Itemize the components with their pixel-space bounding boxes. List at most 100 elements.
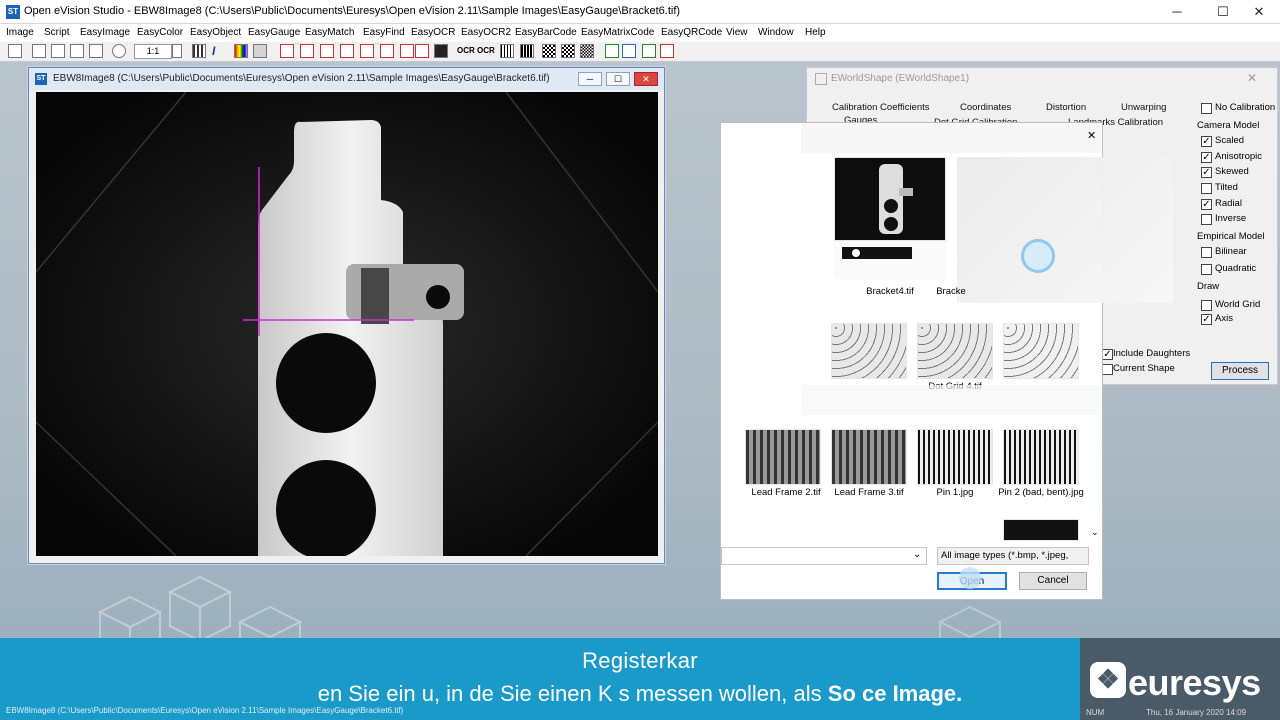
file-thumb-dot-grid-3[interactable] [831,323,907,379]
file-open-dialog[interactable]: ✕ Bracket4.tif Bracke Dot Grid 4.tif Lea… [720,122,1173,600]
italic-icon[interactable]: I [212,44,215,58]
file-thumb-pin-2[interactable] [1003,429,1079,485]
find-icon[interactable] [380,44,394,58]
image-window-minimize-button[interactable]: ─ [578,72,602,86]
menu-easyobject[interactable]: EasyObject [190,27,241,38]
process-button[interactable]: Process [1211,362,1269,380]
tab-distortion[interactable]: Distortion [1046,102,1086,113]
file-thumb-lead-frame-2[interactable] [745,429,821,485]
minimize-button[interactable]: ─ [1154,0,1200,24]
save-icon[interactable] [8,44,22,58]
image-window-title-bar[interactable]: ST EBW8Image8 (C:\Users\Public\Documents… [29,68,664,90]
file-label-lead-frame-3[interactable]: Lead Frame 3.tif [817,487,921,498]
object-icon[interactable] [253,44,267,58]
gauge4-icon[interactable] [340,44,354,58]
matrixcode2-icon[interactable] [561,44,575,58]
skewed-checkbox[interactable]: ✓ [1201,167,1212,178]
qrcode-icon[interactable] [580,44,594,58]
menu-window[interactable]: Window [758,27,794,38]
file-thumb-dot-grid-5[interactable] [1003,323,1079,379]
gauge3-icon[interactable] [320,44,334,58]
menu-easygauge[interactable]: EasyGauge [248,27,300,38]
menu-easyqrcode[interactable]: EasyQRCode [661,27,722,38]
blob-icon[interactable] [415,44,429,58]
zoom-input[interactable]: 1:1 [134,44,172,59]
axis-checkbox[interactable]: ✓ [1201,314,1212,325]
file-label-bracke[interactable]: Bracke [921,286,981,297]
file-thumb-lead-frame-3[interactable] [831,429,907,485]
file-name-dropdown-icon[interactable]: ⌄ [913,549,921,560]
menu-help[interactable]: Help [805,27,826,38]
menu-easymatch[interactable]: EasyMatch [305,27,354,38]
euresys-logo-icon: ❖ [1090,662,1126,698]
image-window-maximize-button[interactable]: ☐ [606,72,630,86]
tab-calibration-coefficients[interactable]: Calibration Coefficients [832,102,930,113]
radial-checkbox[interactable]: ✓ [1201,199,1212,210]
scroll-down-icon[interactable]: ⌄ [1091,527,1099,538]
file-label-pin-2[interactable]: Pin 2 (bad, bent).jpg [991,487,1091,499]
menu-easyfind[interactable]: EasyFind [363,27,405,38]
inverse-checkbox[interactable] [1201,214,1212,225]
open-icon[interactable] [32,44,46,58]
calib3-icon[interactable] [660,44,674,58]
anisotropic-checkbox[interactable]: ✓ [1201,152,1212,163]
find2-icon[interactable] [400,44,414,58]
file-type-select[interactable]: All image types (*.bmp, *.jpeg, [937,547,1089,565]
current-shape-checkbox[interactable] [1102,364,1113,375]
calib2-icon[interactable] [642,44,656,58]
menu-image[interactable]: Image [6,27,34,38]
image-window-close-button[interactable]: ✕ [634,72,658,86]
menu-easybarcode[interactable]: EasyBarCode [515,27,577,38]
menu-view[interactable]: View [726,27,748,38]
file-thumb-pin-1[interactable] [917,429,993,485]
zoom-spinner-icon[interactable] [172,44,182,58]
cancel-button[interactable]: Cancel [1019,572,1087,590]
menu-easyocr[interactable]: EasyOCR [411,27,455,38]
gauge2-icon[interactable] [300,44,314,58]
menu-easycolor[interactable]: EasyColor [137,27,183,38]
file-thumb-bracke-loading[interactable] [957,157,1173,303]
quadratic-checkbox[interactable] [1201,264,1212,275]
worldshape-close-icon[interactable]: ✕ [1247,71,1257,85]
add-icon[interactable] [605,44,619,58]
barcode-icon[interactable] [500,44,514,58]
file-name-input[interactable] [721,547,927,565]
menu-easyimage[interactable]: EasyImage [80,27,130,38]
file-thumb-dot-grid-4[interactable] [917,323,993,379]
ocr-icon[interactable]: OCR [457,46,475,55]
menu-easyocr2[interactable]: EasyOCR2 [461,27,511,38]
status-date: Thu, 16 January 2020 14:09 [1146,708,1247,717]
image-window[interactable]: ST EBW8Image8 (C:\Users\Public\Documents… [28,67,665,564]
export-icon[interactable] [89,44,103,58]
tab-coordinates[interactable]: Coordinates [960,102,1011,113]
no-calibration-checkbox[interactable] [1201,103,1212,114]
gauge-icon[interactable] [280,44,294,58]
bilinear-checkbox[interactable] [1201,247,1212,258]
scaled-checkbox[interactable]: ✓ [1201,136,1212,147]
menu-easymatrixcode[interactable]: EasyMatrixCode [581,27,654,38]
calib-icon[interactable] [622,44,636,58]
tilted-checkbox[interactable] [1201,183,1212,194]
tab-unwarping[interactable]: Unwarping [1121,102,1166,113]
ocr2-icon[interactable]: OCR [477,46,495,55]
file-label-pin-1[interactable]: Pin 1.jpg [917,487,993,498]
world-grid-label: World Grid [1215,299,1261,310]
cross-icon[interactable] [434,44,448,58]
file-thumb-bracket4[interactable] [834,157,946,241]
barcode2-icon[interactable] [520,44,534,58]
matrixcode-icon[interactable] [542,44,556,58]
close-button[interactable]: ✕ [1236,0,1280,24]
image-canvas[interactable] [36,92,658,556]
match-icon[interactable] [360,44,374,58]
disk-icon[interactable] [51,44,65,58]
file-thumb-next[interactable] [1003,519,1079,541]
dialog-close-icon[interactable]: ✕ [1087,129,1096,142]
grid-icon[interactable] [192,44,206,58]
zoom-icon[interactable] [112,44,126,58]
save-as-icon[interactable] [70,44,84,58]
toolbar: 1:1 I OCR OCR [0,42,1280,62]
world-grid-checkbox[interactable] [1201,300,1212,311]
menu-script[interactable]: Script [44,27,70,38]
include-daughters-checkbox[interactable]: ✓ [1102,349,1113,360]
color-icon[interactable] [234,44,248,58]
